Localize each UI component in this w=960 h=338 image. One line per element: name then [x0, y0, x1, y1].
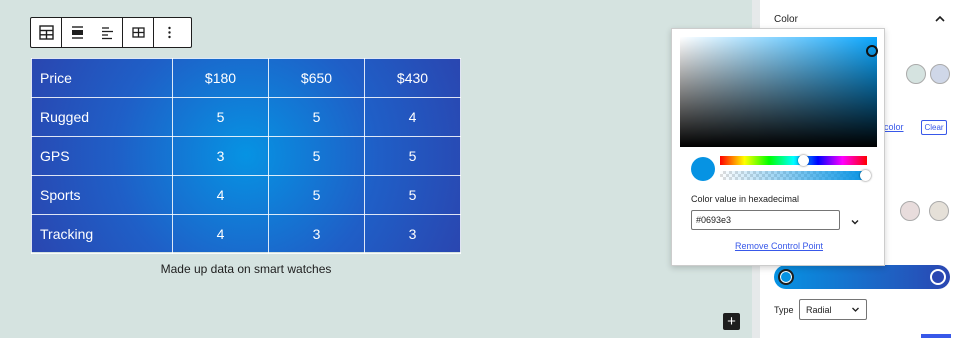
chevron-up-icon[interactable]: [934, 12, 946, 30]
gradient-bar[interactable]: [774, 265, 950, 289]
row-label-cell[interactable]: Tracking: [31, 214, 173, 254]
plus-icon: +: [727, 313, 736, 330]
data-table: Price $180 $650 $430 Rugged 5 5 4 GPS 3 5 5 Sports 4 5…: [31, 58, 461, 254]
table-icon: [38, 25, 54, 40]
value-cell[interactable]: 4: [172, 214, 269, 254]
hue-slider-handle[interactable]: [798, 155, 809, 166]
color-swatch[interactable]: [930, 64, 950, 84]
clear-button[interactable]: Clear: [921, 120, 947, 135]
table-row: Rugged 5 5 4: [31, 97, 461, 137]
block-inserter-button[interactable]: +: [723, 313, 740, 330]
gradient-type-value: Radial: [806, 304, 832, 315]
saturation-handle[interactable]: [866, 45, 878, 57]
gradient-type-label: Type: [774, 305, 794, 315]
value-cell[interactable]: 3: [172, 136, 269, 176]
value-cell[interactable]: 5: [364, 175, 461, 215]
row-label-cell[interactable]: Rugged: [31, 97, 173, 137]
value-cell[interactable]: $430: [364, 58, 461, 98]
more-options-button[interactable]: [154, 18, 184, 47]
hex-label: Color value in hexadecimal: [691, 194, 800, 204]
chevron-down-icon[interactable]: [850, 214, 860, 232]
value-cell[interactable]: 4: [172, 175, 269, 215]
table-row: GPS 3 5 5: [31, 136, 461, 176]
edit-table-button[interactable]: [123, 18, 153, 47]
align-wide-button[interactable]: [62, 18, 92, 47]
value-cell[interactable]: 5: [268, 136, 365, 176]
primary-button-edge: [921, 334, 951, 338]
value-cell[interactable]: $180: [172, 58, 269, 98]
gradient-control-point-start[interactable]: [778, 269, 794, 285]
color-swatch[interactable]: [906, 64, 926, 84]
table-caption[interactable]: Made up data on smart watches: [31, 262, 461, 276]
gradient-type-select[interactable]: Radial: [799, 299, 867, 320]
row-label-cell[interactable]: GPS: [31, 136, 173, 176]
remove-control-point-link[interactable]: Remove Control Point: [672, 241, 886, 251]
row-label-cell[interactable]: Sports: [31, 175, 173, 215]
row-label-cell[interactable]: Price: [31, 58, 173, 98]
table-edit-icon: [131, 27, 145, 38]
block-toolbar: [30, 17, 192, 48]
align-text-button[interactable]: [92, 18, 122, 47]
color-panel-heading: Color: [774, 14, 798, 25]
chevron-down-icon: [852, 307, 859, 312]
hex-input[interactable]: [691, 210, 840, 230]
value-cell[interactable]: $650: [268, 58, 365, 98]
color-picker-popover: Color value in hexadecimal Remove Contro…: [671, 28, 885, 266]
value-cell[interactable]: 5: [268, 175, 365, 215]
custom-color-link[interactable]: color: [884, 122, 904, 132]
alpha-slider[interactable]: [720, 171, 867, 180]
value-cell[interactable]: 3: [268, 214, 365, 254]
value-cell[interactable]: 3: [364, 214, 461, 254]
table-row: Price $180 $650 $430: [31, 58, 461, 98]
gradient-control-point-end[interactable]: [930, 269, 946, 285]
align-text-icon: [101, 27, 113, 40]
value-cell[interactable]: 5: [364, 136, 461, 176]
hue-slider[interactable]: [720, 156, 867, 165]
more-options-icon: [167, 26, 171, 39]
table-row: Tracking 4 3 3: [31, 214, 461, 254]
alpha-slider-handle[interactable]: [860, 170, 871, 181]
table-block-button[interactable]: [31, 18, 61, 47]
align-wide-icon: [71, 26, 83, 39]
table-row: Sports 4 5 5: [31, 175, 461, 215]
table-block[interactable]: Price $180 $650 $430 Rugged 5 5 4 GPS 3 5 5 Sports 4 5…: [31, 58, 461, 254]
editor-canvas: Price $180 $650 $430 Rugged 5 5 4 GPS 3 5 5 Sports 4 5…: [0, 0, 752, 338]
saturation-picker[interactable]: [680, 37, 878, 147]
current-color-swatch: [691, 157, 715, 181]
value-cell[interactable]: 5: [172, 97, 269, 137]
value-cell[interactable]: 5: [268, 97, 365, 137]
color-swatch[interactable]: [929, 201, 949, 221]
color-swatch[interactable]: [900, 201, 920, 221]
value-cell[interactable]: 4: [364, 97, 461, 137]
